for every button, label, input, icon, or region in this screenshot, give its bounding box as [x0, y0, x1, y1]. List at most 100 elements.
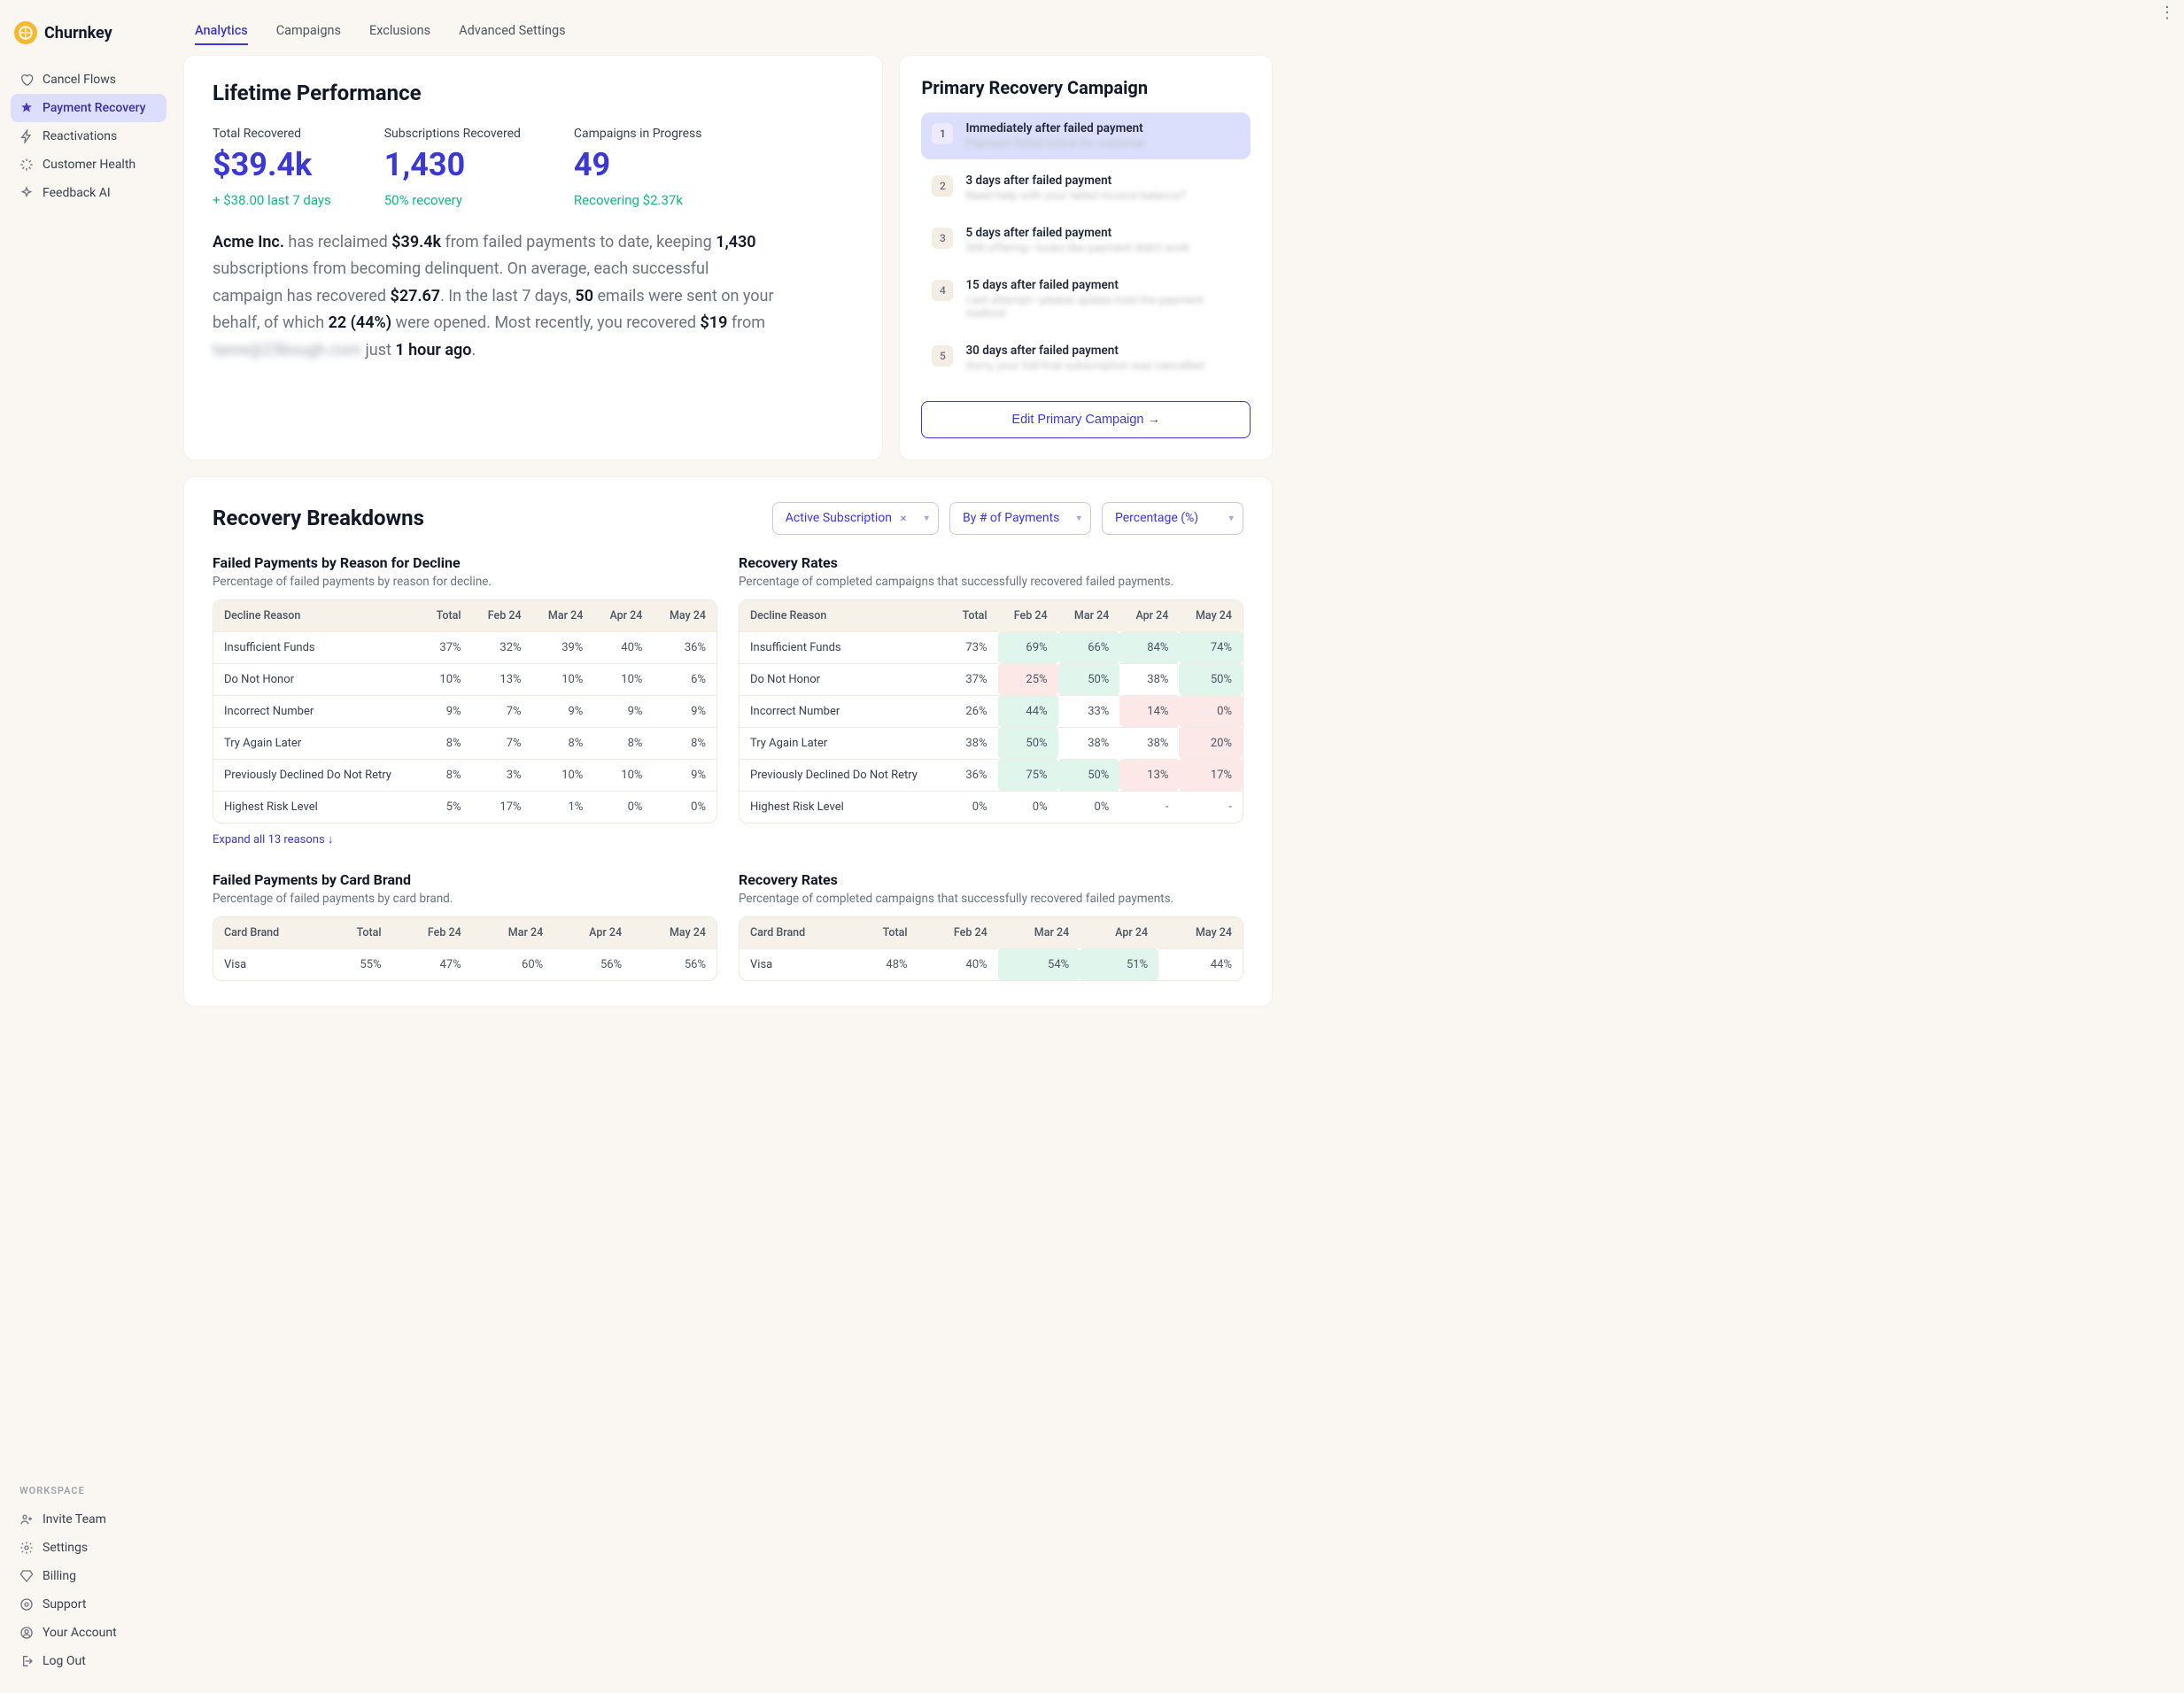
- step-subtitle: Sorry, your full/trial subscription was …: [965, 359, 1204, 373]
- clear-filter-icon[interactable]: ✕: [897, 514, 910, 526]
- cell-value: 37%: [421, 631, 471, 663]
- step-subtitle: Payment failed notice for customer: [965, 137, 1145, 151]
- col-month: Total: [421, 600, 471, 631]
- sidebar-item-label: Cancel Flows: [43, 73, 116, 87]
- cell-value: 33%: [1058, 695, 1120, 727]
- sidebar-item-label: Reactivations: [43, 129, 117, 143]
- sidebar-item-settings[interactable]: Settings: [11, 1534, 167, 1562]
- sidebar-item-log-out[interactable]: Log Out: [11, 1647, 167, 1675]
- sidebar-item-feedback-ai[interactable]: Feedback AI: [11, 179, 167, 207]
- step-title: Immediately after failed payment: [965, 121, 1145, 135]
- logout-icon: [19, 1654, 34, 1668]
- col-month: Feb 24: [998, 600, 1058, 631]
- step-number: 2: [932, 175, 953, 197]
- row-label: Previously Declined Do Not Retry: [213, 759, 421, 791]
- primary-campaign-title: Primary Recovery Campaign: [921, 77, 1251, 98]
- col-label: Decline Reason: [213, 600, 421, 631]
- recovery-by-brand-block: Recovery Rates Percentage of completed c…: [739, 871, 1243, 981]
- step-title: 15 days after failed payment: [965, 278, 1240, 292]
- row-label: Incorrect Number: [740, 695, 947, 727]
- chevron-down-icon: ▾: [1228, 513, 1234, 524]
- col-month: May 24: [653, 600, 716, 631]
- recovery-by-reason-table: Decline ReasonTotalFeb 24Mar 24Apr 24May…: [739, 599, 1243, 823]
- cell-value: 0%: [998, 791, 1058, 823]
- cell-value: 50%: [998, 727, 1058, 759]
- table-row: Try Again Later8%7%8%8%8%: [213, 727, 716, 759]
- ai-icon: [19, 186, 34, 200]
- row-label: Highest Risk Level: [213, 791, 421, 823]
- step-title: 30 days after failed payment: [965, 344, 1204, 358]
- cell-value: 54%: [998, 948, 1080, 980]
- campaign-step-5[interactable]: 530 days after failed paymentSorry, your…: [921, 335, 1251, 382]
- sidebar-item-label: Payment Recovery: [43, 101, 146, 115]
- cell-value: 44%: [998, 695, 1058, 727]
- tab-analytics[interactable]: Analytics: [195, 18, 248, 45]
- tab-campaigns[interactable]: Campaigns: [276, 18, 341, 45]
- narrative-text: Acme Inc. has reclaimed $39.4k from fail…: [213, 229, 779, 365]
- tab-advanced-settings[interactable]: Advanced Settings: [459, 18, 565, 45]
- sidebar-item-invite-team[interactable]: Invite Team: [11, 1505, 167, 1534]
- sidebar-item-cancel-flows[interactable]: Cancel Flows: [11, 66, 167, 94]
- cell-value: 10%: [532, 759, 594, 791]
- cell-value: 14%: [1119, 695, 1179, 727]
- sidebar-item-reactivations[interactable]: Reactivations: [11, 122, 167, 151]
- sidebar-item-label: Log Out: [43, 1654, 86, 1668]
- cell-value: 69%: [998, 631, 1058, 663]
- cell-value: 36%: [947, 759, 997, 791]
- row-label: Try Again Later: [213, 727, 421, 759]
- cell-value: -: [1179, 791, 1243, 823]
- table-row: Highest Risk Level0%0%0%--: [740, 791, 1243, 823]
- col-month: Total: [325, 917, 392, 948]
- gear-icon: [19, 1541, 34, 1555]
- campaign-step-2[interactable]: 23 days after failed paymentNeed help wi…: [921, 165, 1251, 212]
- chevron-down-icon: ▾: [924, 513, 929, 524]
- cell-value: 8%: [421, 727, 471, 759]
- diamond-icon: [19, 1569, 34, 1583]
- col-month: Feb 24: [472, 600, 532, 631]
- tab-exclusions[interactable]: Exclusions: [369, 18, 430, 45]
- more-menu-icon[interactable]: ⋮: [2159, 9, 2175, 19]
- cell-value: 0%: [947, 791, 997, 823]
- cell-value: 39%: [532, 631, 594, 663]
- campaign-step-4[interactable]: 415 days after failed paymentLast attemp…: [921, 269, 1251, 329]
- col-month: Mar 24: [1058, 600, 1120, 631]
- col-month: Apr 24: [593, 600, 653, 631]
- col-month: Apr 24: [554, 917, 632, 948]
- col-label: Decline Reason: [740, 600, 947, 631]
- sidebar-item-label: Invite Team: [43, 1512, 106, 1527]
- col-month: Feb 24: [392, 917, 472, 948]
- logo[interactable]: Churnkey: [11, 21, 167, 62]
- filter-subscription[interactable]: Active Subscription✕▾: [772, 502, 939, 535]
- expand-reasons-link[interactable]: Expand all 13 reasons ↓: [213, 832, 333, 846]
- sidebar-item-billing[interactable]: Billing: [11, 1562, 167, 1590]
- filter-format[interactable]: Percentage (%)▾: [1102, 502, 1243, 535]
- sidebar-item-label: Support: [43, 1597, 86, 1612]
- table-row: Try Again Later38%50%38%38%20%: [740, 727, 1243, 759]
- col-month: Mar 24: [532, 600, 594, 631]
- row-label: Insufficient Funds: [213, 631, 421, 663]
- step-number: 1: [932, 123, 953, 144]
- step-subtitle: Need help with your failed invoice balan…: [965, 189, 1185, 203]
- cell-value: 74%: [1179, 631, 1243, 663]
- campaign-step-1[interactable]: 1 Immediately after failed payment Payment…: [921, 112, 1251, 159]
- sidebar-item-your-account[interactable]: Your Account: [11, 1619, 167, 1647]
- cell-value: 8%: [532, 727, 594, 759]
- sidebar-item-label: Your Account: [43, 1626, 117, 1640]
- row-label: Do Not Honor: [740, 663, 947, 695]
- edit-primary-campaign-button[interactable]: Edit Primary Campaign →: [921, 401, 1251, 438]
- sidebar-item-customer-health[interactable]: Customer Health: [11, 151, 167, 179]
- table-row: Visa55%47%60%56%56%: [213, 948, 716, 980]
- recovery-by-reason-block: Recovery Rates Percentage of completed c…: [739, 554, 1243, 846]
- campaign-step-3[interactable]: 35 days after failed paymentStill offeri…: [921, 217, 1251, 264]
- cell-value: 48%: [851, 948, 918, 980]
- col-month: May 24: [632, 917, 716, 948]
- recovery-by-brand-table: Card BrandTotalFeb 24Mar 24Apr 24May 24V…: [739, 916, 1243, 981]
- row-label: Visa: [740, 948, 851, 980]
- sidebar-item-payment-recovery[interactable]: Payment Recovery: [11, 94, 167, 122]
- cell-value: 38%: [1119, 727, 1179, 759]
- cell-value: 84%: [1119, 631, 1179, 663]
- cell-value: 50%: [1058, 759, 1120, 791]
- sidebar-item-support[interactable]: Support: [11, 1590, 167, 1619]
- step-title: 5 days after failed payment: [965, 226, 1189, 240]
- filter-metric[interactable]: By # of Payments▾: [949, 502, 1091, 535]
